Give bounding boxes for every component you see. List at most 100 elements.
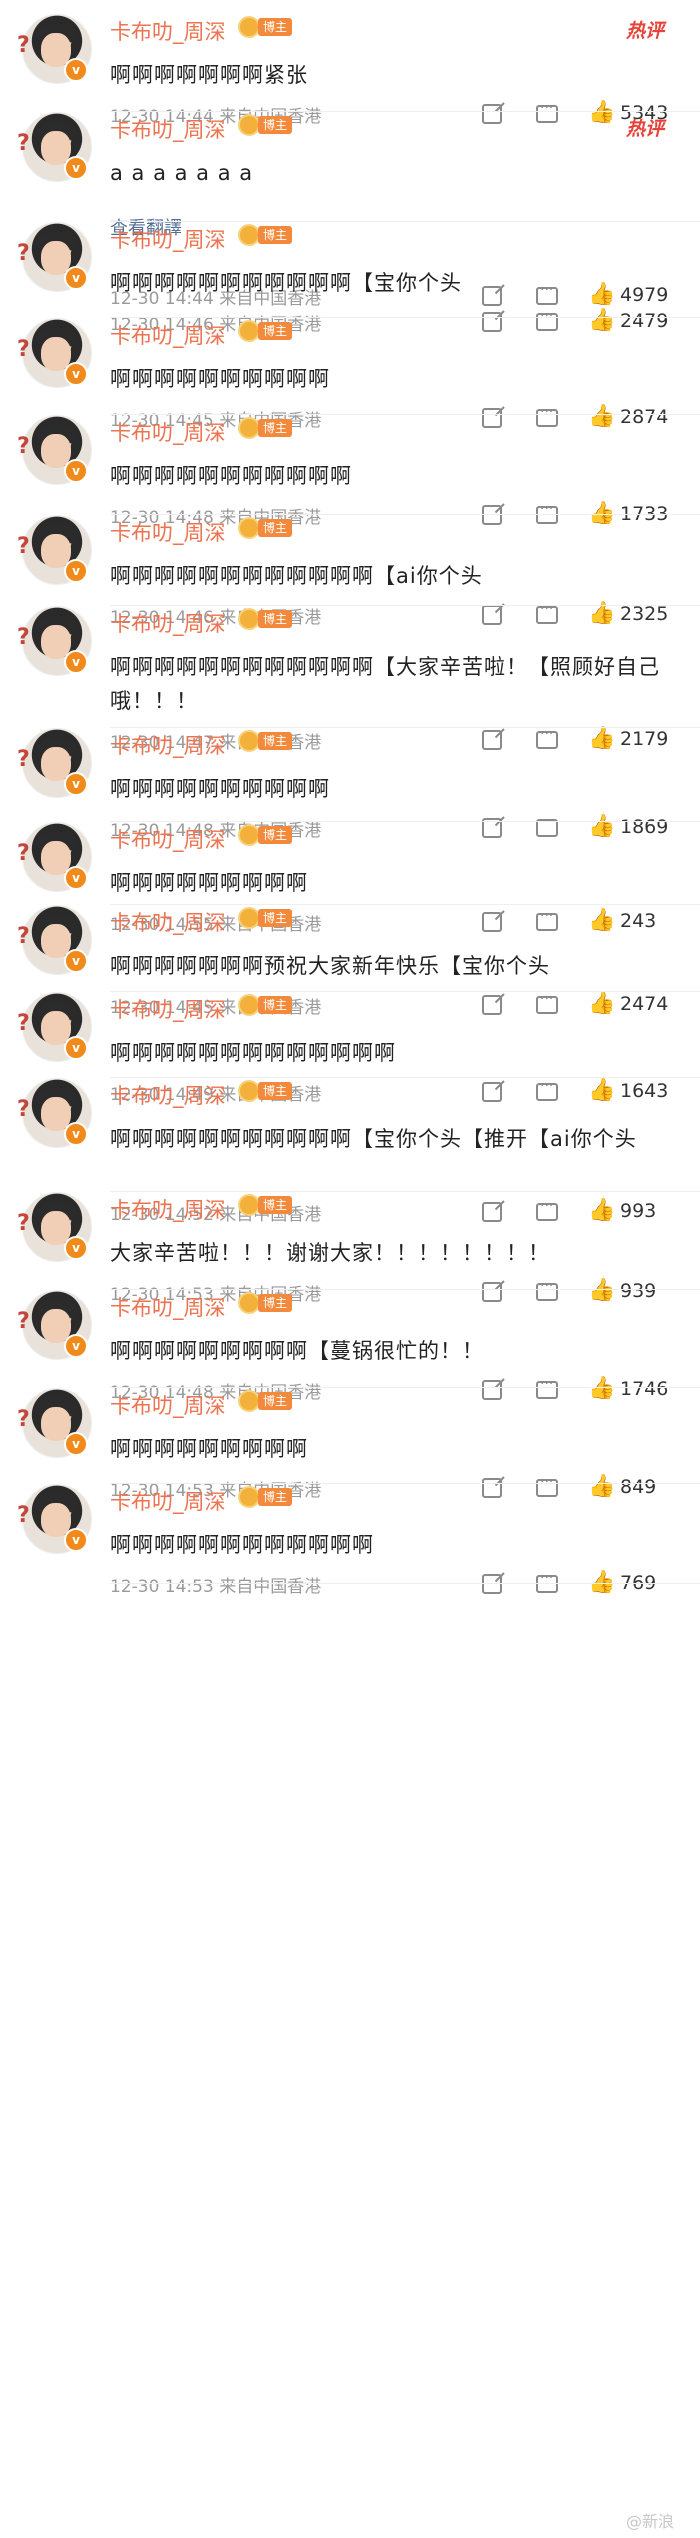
fan-badge: 博主	[238, 16, 293, 38]
blogger-badge: 博主	[258, 1392, 293, 1410]
medal-icon	[238, 994, 260, 1016]
blogger-badge: 博主	[258, 996, 293, 1014]
comment-text: 啊啊啊啊啊啊啊啊啊【蔓锅很忙的！！	[110, 1339, 484, 1363]
username[interactable]: 卡布叻_周深	[110, 417, 226, 447]
fan-badge: 博主	[238, 608, 293, 630]
username[interactable]: 卡布叻_周深	[110, 1390, 226, 1420]
comment-item: ? v 卡布叻_周深 博主 啊啊啊啊啊啊啊啊啊啊啊 12-30 14:48 来自…	[0, 415, 700, 528]
fan-badge: 博主	[238, 517, 293, 539]
medal-icon	[238, 114, 260, 136]
comment-text: 啊啊啊啊啊啊啊啊啊啊	[110, 777, 330, 801]
comment-text: 啊啊啊啊啊啊啊紧张	[110, 63, 308, 87]
hot-comment-badge: 热评	[625, 20, 664, 42]
medal-icon	[238, 224, 260, 246]
divider	[110, 1583, 700, 1584]
comment-text: 啊啊啊啊啊啊啊啊啊啊啊【宝你个头	[110, 271, 462, 295]
share-icon[interactable]	[482, 1574, 502, 1594]
comment-text: 啊啊啊啊啊啊啊啊啊	[110, 1437, 308, 1461]
blogger-badge: 博主	[258, 116, 293, 134]
hot-comment-badge: 热评	[625, 118, 664, 140]
verified-badge-icon: v	[64, 1334, 88, 1358]
verified-badge-icon: v	[64, 1432, 88, 1456]
blogger-badge: 博主	[258, 1488, 293, 1506]
verified-badge-icon: v	[64, 58, 88, 82]
comment-item: ? v 卡布叻_周深 博主 啊啊啊啊啊啊啊啊啊啊啊啊【大家辛苦啦！【照顾好自己哦…	[0, 606, 700, 753]
verified-badge-icon: v	[64, 1528, 88, 1552]
username[interactable]: 卡布叻_周深	[110, 994, 226, 1024]
username[interactable]: 卡布叻_周深	[110, 730, 226, 760]
comment-item: ? v 卡布叻_周深 博主 啊啊啊啊啊啊啊啊啊啊啊【宝你个头 12-30 14:…	[0, 222, 700, 335]
username[interactable]: 卡布叻_周深	[110, 1194, 226, 1224]
verified-badge-icon: v	[64, 362, 88, 386]
fan-badge: 博主	[238, 224, 293, 246]
comment-text: 啊啊啊啊啊啊啊啊啊啊啊【宝你个头【推开【ai你个头	[110, 1127, 637, 1151]
verified-badge-icon: v	[64, 266, 88, 290]
medal-icon	[238, 320, 260, 342]
fan-badge: 博主	[238, 824, 293, 846]
comment-text: 啊啊啊啊啊啊啊啊啊啊啊啊啊	[110, 1041, 396, 1065]
comment-text: 啊啊啊啊啊啊啊啊啊啊啊啊【ai你个头	[110, 564, 483, 588]
blogger-badge: 博主	[258, 226, 293, 244]
watermark: @新浪	[625, 2512, 674, 2531]
medal-icon	[238, 1080, 260, 1102]
comment-item: ? v 卡布叻_周深 博主 啊啊啊啊啊啊啊啊啊【蔓锅很忙的！！ 12-30 14…	[0, 1290, 700, 1403]
comment-text: 啊啊啊啊啊啊啊啊啊啊啊啊【大家辛苦啦！【照顾好自己哦！！！	[110, 655, 660, 713]
blogger-badge: 博主	[258, 826, 293, 844]
fan-badge: 博主	[238, 1194, 293, 1216]
blogger-badge: 博主	[258, 909, 293, 927]
comment-item: ? v 卡布叻_周深 博主 啊啊啊啊啊啊啊啊啊啊啊啊【ai你个头 12-30 1…	[0, 515, 700, 628]
username[interactable]: 卡布叻_周深	[110, 608, 226, 638]
blogger-badge: 博主	[258, 18, 293, 36]
fan-badge: 博主	[238, 1486, 293, 1508]
comment-item: ? v 卡布叻_周深 博主 啊啊啊啊啊啊啊啊啊 12-30 14:53 来自中国…	[0, 1388, 700, 1501]
username[interactable]: 卡布叻_周深	[110, 114, 226, 144]
comment-text: 啊啊啊啊啊啊啊啊啊啊	[110, 367, 330, 391]
username[interactable]: 卡布叻_周深	[110, 320, 226, 350]
username[interactable]: 卡布叻_周深	[110, 224, 226, 254]
username[interactable]: 卡布叻_周深	[110, 16, 226, 46]
comment-item: ? v 卡布叻_周深 博主 热评 啊啊啊啊啊啊啊紧张 12-30 14:44 来…	[0, 14, 700, 127]
fan-badge: 博主	[238, 114, 293, 136]
blogger-badge: 博主	[258, 322, 293, 340]
comment-item: ? v 卡布叻_周深 博主 啊啊啊啊啊啊啊啊啊 12-30 14:55 来自中国…	[0, 822, 700, 935]
reply-icon[interactable]	[536, 1570, 558, 1593]
blogger-badge: 博主	[258, 1196, 293, 1214]
comment-item: ? v 卡布叻_周深 博主 啊啊啊啊啊啊啊啊啊啊啊【宝你个头【推开【ai你个头 …	[0, 1078, 700, 1225]
comment-item: ? v 卡布叻_周深 博主 啊啊啊啊啊啊啊啊啊啊 12-30 14:45 来自中…	[0, 318, 700, 431]
username[interactable]: 卡布叻_周深	[110, 824, 226, 854]
blogger-badge: 博主	[258, 610, 293, 628]
comment-text: 啊啊啊啊啊啊啊啊啊啊啊	[110, 464, 352, 488]
fan-badge: 博主	[238, 417, 293, 439]
blogger-badge: 博主	[258, 519, 293, 537]
verified-badge-icon: v	[64, 772, 88, 796]
username[interactable]: 卡布叻_周深	[110, 1080, 226, 1110]
comment-text: 大家辛苦啦！！！谢谢大家！！！！！！！！	[110, 1241, 550, 1265]
comment-text: a a a a a a a	[110, 161, 254, 185]
comment-item: ? v 卡布叻_周深 博主 啊啊啊啊啊啊啊啊啊啊啊啊啊 12-30 14:49 …	[0, 992, 700, 1105]
username[interactable]: 卡布叻_周深	[110, 907, 226, 937]
medal-icon	[238, 1292, 260, 1314]
username[interactable]: 卡布叻_周深	[110, 1292, 226, 1322]
verified-badge-icon: v	[64, 949, 88, 973]
comment-item: ? v 卡布叻_周深 博主 啊啊啊啊啊啊啊啊啊啊 12-30 14:48 来自中…	[0, 728, 700, 841]
comment-text: 啊啊啊啊啊啊啊啊啊啊啊啊	[110, 1533, 374, 1557]
verified-badge-icon: v	[64, 1036, 88, 1060]
verified-badge-icon: v	[64, 459, 88, 483]
medal-icon	[238, 608, 260, 630]
comment-item: ? v 卡布叻_周深 博主 大家辛苦啦！！！谢谢大家！！！！！！！！ 12-30…	[0, 1192, 700, 1305]
fan-badge: 博主	[238, 994, 293, 1016]
blogger-badge: 博主	[258, 1082, 293, 1100]
medal-icon	[238, 1194, 260, 1216]
medal-icon	[238, 1390, 260, 1412]
verified-badge-icon: v	[64, 559, 88, 583]
fan-badge: 博主	[238, 1080, 293, 1102]
verified-badge-icon: v	[64, 156, 88, 180]
fan-badge: 博主	[238, 320, 293, 342]
username[interactable]: 卡布叻_周深	[110, 517, 226, 547]
username[interactable]: 卡布叻_周深	[110, 1486, 226, 1516]
verified-badge-icon: v	[64, 866, 88, 890]
comment-text: 啊啊啊啊啊啊啊预祝大家新年快乐【宝你个头	[110, 954, 550, 978]
fan-badge: 博主	[238, 907, 293, 929]
verified-badge-icon: v	[64, 1122, 88, 1146]
medal-icon	[238, 16, 260, 38]
